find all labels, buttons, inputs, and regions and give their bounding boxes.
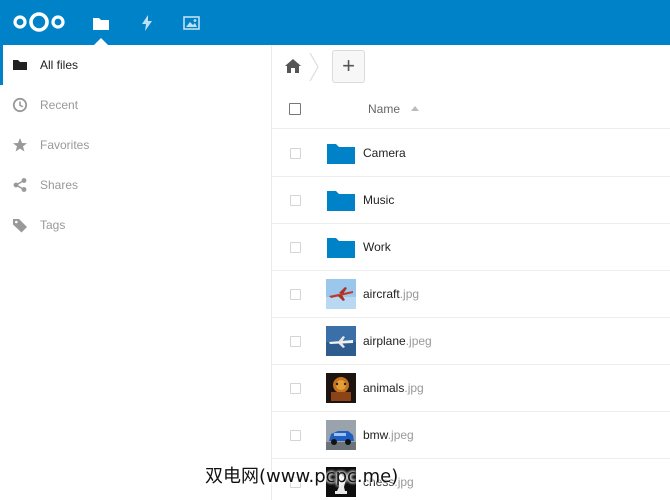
sidebar-item-label: Tags [40, 218, 66, 232]
file-name-base: Music [363, 193, 395, 207]
table-row[interactable]: Music [272, 177, 670, 224]
image-thumbnail [326, 420, 356, 450]
sidebar-item-label: Recent [40, 98, 79, 112]
top-header [0, 0, 670, 45]
row-checkbox[interactable] [290, 148, 301, 159]
files-icon[interactable] [90, 12, 112, 34]
sidebar-item-recent[interactable]: Recent [0, 85, 272, 125]
file-extension: .jpeg [405, 334, 432, 348]
file-name[interactable]: Camera [363, 146, 406, 160]
file-name-base: bmw [363, 428, 388, 442]
table-row[interactable]: airplane.jpeg [272, 318, 670, 365]
file-extension: .jpg [404, 381, 424, 395]
breadcrumb-separator [308, 52, 320, 82]
file-name-base: aircraft [363, 287, 400, 301]
row-checkbox[interactable] [290, 289, 301, 300]
file-name-base: airplane [363, 334, 406, 348]
watermark-text: 双电网(www.pcpc.me) [205, 466, 399, 487]
file-name-base: Camera [363, 146, 406, 160]
row-checkbox[interactable] [290, 336, 301, 347]
sidebar-item-label: All files [40, 58, 79, 72]
file-name[interactable]: animals.jpg [363, 381, 424, 395]
file-extension: .jpeg [387, 428, 414, 442]
image-thumbnail [326, 373, 356, 403]
sidebar-item-shares[interactable]: Shares [0, 165, 272, 205]
file-list-area: + Name Camera Music Work aircraft.jpg ai… [272, 45, 670, 500]
file-name[interactable]: Work [363, 240, 391, 254]
table-row[interactable]: Work [272, 224, 670, 271]
image-thumbnail [326, 279, 356, 309]
plus-icon: + [342, 52, 355, 78]
row-checkbox[interactable] [290, 430, 301, 441]
file-name[interactable]: aircraft.jpg [363, 287, 419, 301]
table-row[interactable]: animals.jpg [272, 365, 670, 412]
sidebar-item-label: Shares [40, 178, 79, 192]
row-checkbox[interactable] [290, 242, 301, 253]
table-row[interactable]: bmw.jpeg [272, 412, 670, 459]
activity-icon[interactable] [136, 12, 158, 34]
clock-icon [12, 97, 28, 113]
nextcloud-logo-icon[interactable] [10, 10, 68, 34]
name-column-header[interactable]: Name [368, 102, 400, 116]
file-name[interactable]: bmw.jpeg [363, 428, 414, 442]
row-checkbox[interactable] [290, 383, 301, 394]
folder-icon [12, 57, 28, 73]
file-name-base: animals [363, 381, 405, 395]
file-extension: .jpg [399, 287, 420, 301]
active-app-indicator [94, 38, 108, 45]
row-checkbox[interactable] [290, 195, 301, 206]
sidebar-item-tags[interactable]: Tags [0, 205, 272, 245]
new-button[interactable]: + [332, 50, 365, 83]
table-row[interactable]: aircraft.jpg [272, 271, 670, 318]
table-row[interactable]: Camera [272, 130, 670, 177]
file-name[interactable]: airplane.jpeg [363, 334, 432, 348]
folder-icon [326, 138, 356, 168]
share-icon [12, 177, 28, 193]
sort-ascending-icon[interactable] [411, 106, 419, 111]
table-header: Name [272, 89, 670, 129]
controls-bar: + [272, 45, 670, 89]
sidebar-item-all-files[interactable]: All files [0, 45, 272, 85]
star-icon [12, 137, 28, 153]
home-icon[interactable] [284, 58, 302, 74]
file-name-base: Work [363, 240, 391, 254]
folder-icon [326, 185, 356, 215]
sidebar-item-favorites[interactable]: Favorites [0, 125, 272, 165]
sidebar-navigation: All files Recent Favorites Shares Tags [0, 45, 272, 500]
select-all-checkbox[interactable] [289, 103, 301, 115]
image-thumbnail [326, 326, 356, 356]
sidebar-item-label: Favorites [40, 138, 90, 152]
tag-icon [12, 217, 28, 233]
folder-icon [326, 232, 356, 262]
file-name[interactable]: Music [363, 193, 394, 207]
gallery-icon[interactable] [180, 12, 202, 34]
